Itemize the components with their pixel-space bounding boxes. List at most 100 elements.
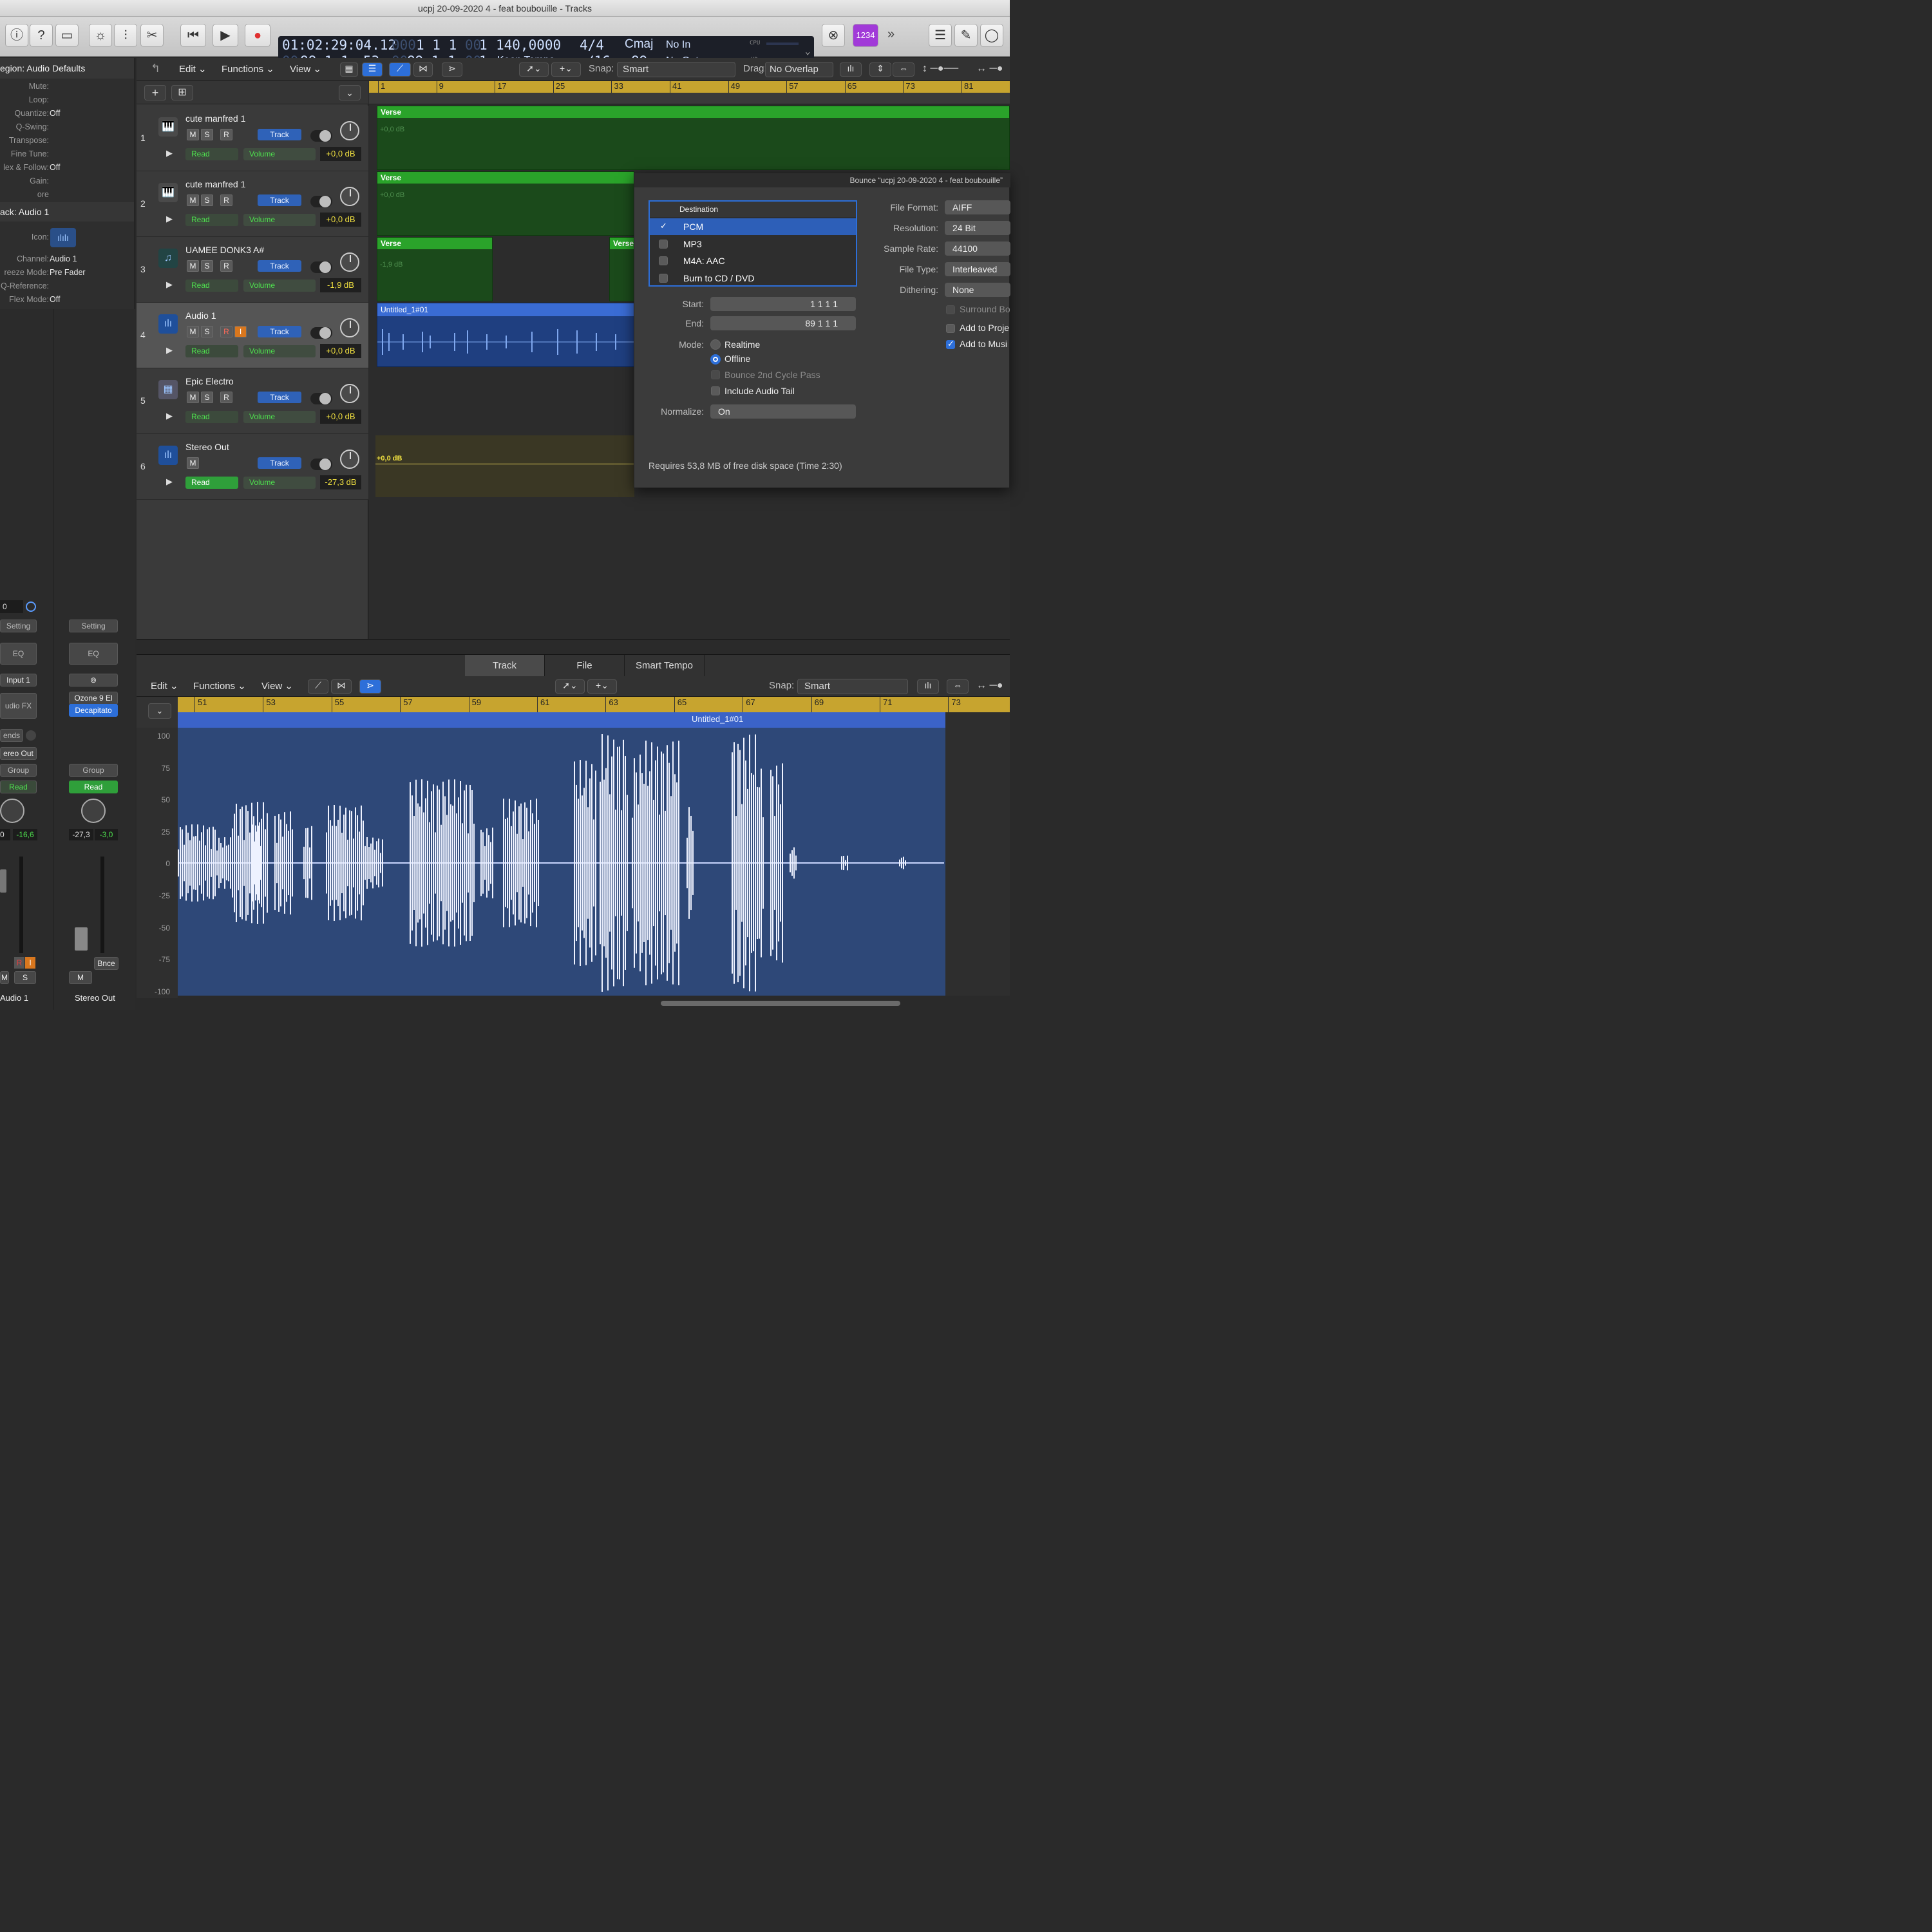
editor-view-menu[interactable]: View ⌄ bbox=[261, 680, 293, 692]
ch1-input-monitor-button[interactable]: I bbox=[25, 957, 35, 969]
automation-mode-select[interactable]: Read bbox=[185, 345, 238, 357]
add-to-project-checkbox[interactable] bbox=[946, 324, 955, 333]
inspector-row[interactable]: Mute: bbox=[0, 80, 134, 93]
track-icon[interactable]: 🎹 bbox=[158, 183, 178, 202]
track-icon-waveform-icon[interactable]: ılılı bbox=[50, 228, 76, 247]
track-inspector-row[interactable]: reeze Mode: Pre Fader bbox=[0, 266, 134, 279]
track-header[interactable]: 4 ılı Audio 1 M S R I Track ▶ Read Volume +0,0 dB bbox=[137, 303, 368, 368]
automation-parameter-select[interactable]: Volume bbox=[243, 148, 316, 160]
sample-rate-select[interactable]: 44100 bbox=[945, 242, 1010, 256]
record-enable-button[interactable]: R bbox=[220, 260, 232, 272]
automation-parameter-select[interactable]: Volume bbox=[243, 411, 316, 423]
lcd-dropdown-icon[interactable]: ⌄ bbox=[805, 46, 810, 57]
automation-parameter-select[interactable]: Volume bbox=[243, 345, 316, 357]
vertical-zoom-icon[interactable]: ⇕ bbox=[869, 62, 891, 77]
inspector-row[interactable]: Fine Tune: bbox=[0, 147, 134, 161]
track-name[interactable]: Audio 1 bbox=[185, 310, 216, 321]
track-icon[interactable]: ılı bbox=[158, 314, 178, 334]
editor-flex-icon[interactable]: ⋈ bbox=[331, 679, 352, 694]
edit-menu[interactable]: Edit ⌄ bbox=[179, 63, 207, 75]
ch2-link-icon[interactable]: ⊚ bbox=[69, 674, 118, 687]
mute-button[interactable]: M bbox=[187, 392, 199, 403]
pane-divider[interactable] bbox=[137, 639, 1010, 654]
automation-value[interactable]: +0,0 dB bbox=[320, 410, 361, 424]
ch1-fader[interactable] bbox=[0, 869, 6, 893]
inspector-row[interactable]: Transpose: bbox=[0, 134, 134, 147]
ch2-automation-button[interactable]: Read bbox=[69, 781, 118, 793]
track-button[interactable]: Track bbox=[258, 457, 301, 469]
editor-fit-icon[interactable]: ⇔ bbox=[947, 679, 969, 694]
automation-value[interactable]: -1,9 dB bbox=[320, 278, 361, 292]
ch1-setting-button[interactable]: Setting bbox=[0, 620, 37, 632]
crosshair-tool-icon[interactable]: +⌄ bbox=[551, 62, 581, 77]
ch2-plugin-decapitator[interactable]: Decapitato bbox=[69, 704, 118, 717]
resolution-select[interactable]: 24 Bit bbox=[945, 221, 1010, 235]
track-name[interactable]: Stereo Out bbox=[185, 442, 229, 452]
snap-select[interactable]: Smart bbox=[617, 62, 735, 77]
disclosure-triangle-icon[interactable]: ▶ bbox=[166, 411, 173, 421]
add-to-music-checkbox[interactable] bbox=[946, 339, 955, 349]
solo-button[interactable]: S bbox=[201, 129, 213, 140]
track-header[interactable]: 3 ♫ UAMEE DONK3 A# M S R Track ▶ Read Volume -1,9 … bbox=[137, 237, 368, 303]
mute-button[interactable]: M bbox=[187, 194, 199, 206]
record-enable-button[interactable]: R bbox=[220, 194, 232, 206]
inspector-row[interactable]: Loop: bbox=[0, 93, 134, 107]
track-button[interactable]: Track bbox=[258, 392, 301, 403]
automation-value[interactable]: +0,0 dB bbox=[320, 344, 361, 358]
automation-parameter-select[interactable]: Volume bbox=[243, 279, 316, 292]
count-in-badge[interactable]: 1234 bbox=[853, 24, 878, 47]
track-on-toggle[interactable] bbox=[310, 261, 332, 273]
functions-menu[interactable]: Functions ⌄ bbox=[222, 63, 274, 75]
ch2-fader[interactable] bbox=[75, 927, 88, 951]
destination-list[interactable]: Destination PCM MP3 M4A: AAC Burn to CD / D… bbox=[649, 200, 857, 287]
track-header[interactable]: 5 ▦ Epic Electro M S R Track ▶ Read Volume +0,0 dB bbox=[137, 368, 368, 434]
record-button[interactable]: ● bbox=[245, 24, 270, 47]
list-icon[interactable]: ☰ bbox=[929, 24, 952, 47]
stereo-out-automation-lane[interactable]: +0,0 dB bbox=[375, 435, 634, 497]
waveform-zoom-icon[interactable]: ılı bbox=[840, 62, 862, 77]
ch2-bounce-button[interactable]: Bnce bbox=[94, 957, 118, 970]
destination-checkbox[interactable] bbox=[659, 273, 668, 283]
inspector-row[interactable]: Gain: bbox=[0, 175, 134, 188]
track-inspector-row[interactable]: Channel: Audio 1 bbox=[0, 252, 134, 266]
include-audio-tail-checkbox[interactable] bbox=[711, 386, 720, 395]
tab-file[interactable]: File bbox=[545, 655, 625, 677]
file-format-select[interactable]: AIFF bbox=[945, 200, 1010, 214]
region-verse-3b[interactable]: Verse bbox=[609, 237, 635, 301]
realtime-radio[interactable] bbox=[710, 339, 721, 350]
editor-region-header[interactable]: Untitled_1#01 bbox=[178, 712, 945, 728]
horizontal-zoom-slider[interactable]: ↔ ─● bbox=[976, 63, 1003, 75]
start-field[interactable]: 1 1 1 1 bbox=[710, 297, 856, 311]
horizontal-scrollbar[interactable] bbox=[661, 1001, 900, 1006]
inspector-row[interactable]: lex & Follow: Off bbox=[0, 161, 134, 175]
track-on-toggle[interactable] bbox=[310, 393, 332, 404]
track-header[interactable]: 6 ılı Stereo Out M Track ▶ Read Volume -27,3 dB bbox=[137, 434, 368, 500]
track-on-toggle[interactable] bbox=[310, 130, 332, 142]
list-view-icon[interactable]: ☰ bbox=[362, 62, 383, 77]
ch2-group-button[interactable]: Group bbox=[69, 764, 118, 777]
automation-value[interactable]: +0,0 dB bbox=[320, 147, 361, 161]
record-enable-button[interactable]: R bbox=[220, 326, 232, 337]
solo-button[interactable]: S bbox=[201, 392, 213, 403]
automation-mode-select[interactable]: Read bbox=[185, 148, 238, 160]
end-field[interactable]: 89 1 1 1 bbox=[710, 316, 856, 330]
disclosure-triangle-icon[interactable]: ▶ bbox=[166, 477, 173, 487]
ch1-mute-button[interactable]: M bbox=[0, 971, 9, 984]
scissors-icon[interactable]: ✂ bbox=[140, 24, 164, 47]
track-button[interactable]: Track bbox=[258, 194, 301, 206]
ch1-audio-fx-slot[interactable]: udio FX bbox=[0, 693, 37, 719]
help-icon[interactable]: ? bbox=[30, 24, 53, 47]
input-monitor-button[interactable]: I bbox=[234, 326, 247, 337]
track-header[interactable]: 1 🎹 cute manfred 1 M S R Track ▶ Read Volume +0,0 … bbox=[137, 106, 368, 171]
track-name[interactable]: Epic Electro bbox=[185, 376, 234, 386]
dithering-select[interactable]: None bbox=[945, 283, 1010, 297]
mixer-icon[interactable]: ⫶ bbox=[114, 24, 137, 47]
track-on-toggle[interactable] bbox=[310, 196, 332, 207]
solo-button[interactable]: S bbox=[201, 194, 213, 206]
back-arrow-icon[interactable]: ↰ bbox=[151, 62, 160, 75]
grid-view-icon[interactable]: ▦ bbox=[340, 62, 358, 77]
tab-track[interactable]: Track bbox=[465, 655, 545, 677]
region-verse-3a[interactable]: Verse -1,9 dB bbox=[377, 237, 493, 301]
record-enable-button[interactable]: R bbox=[220, 392, 232, 403]
ch2-setting-button[interactable]: Setting bbox=[69, 620, 118, 632]
